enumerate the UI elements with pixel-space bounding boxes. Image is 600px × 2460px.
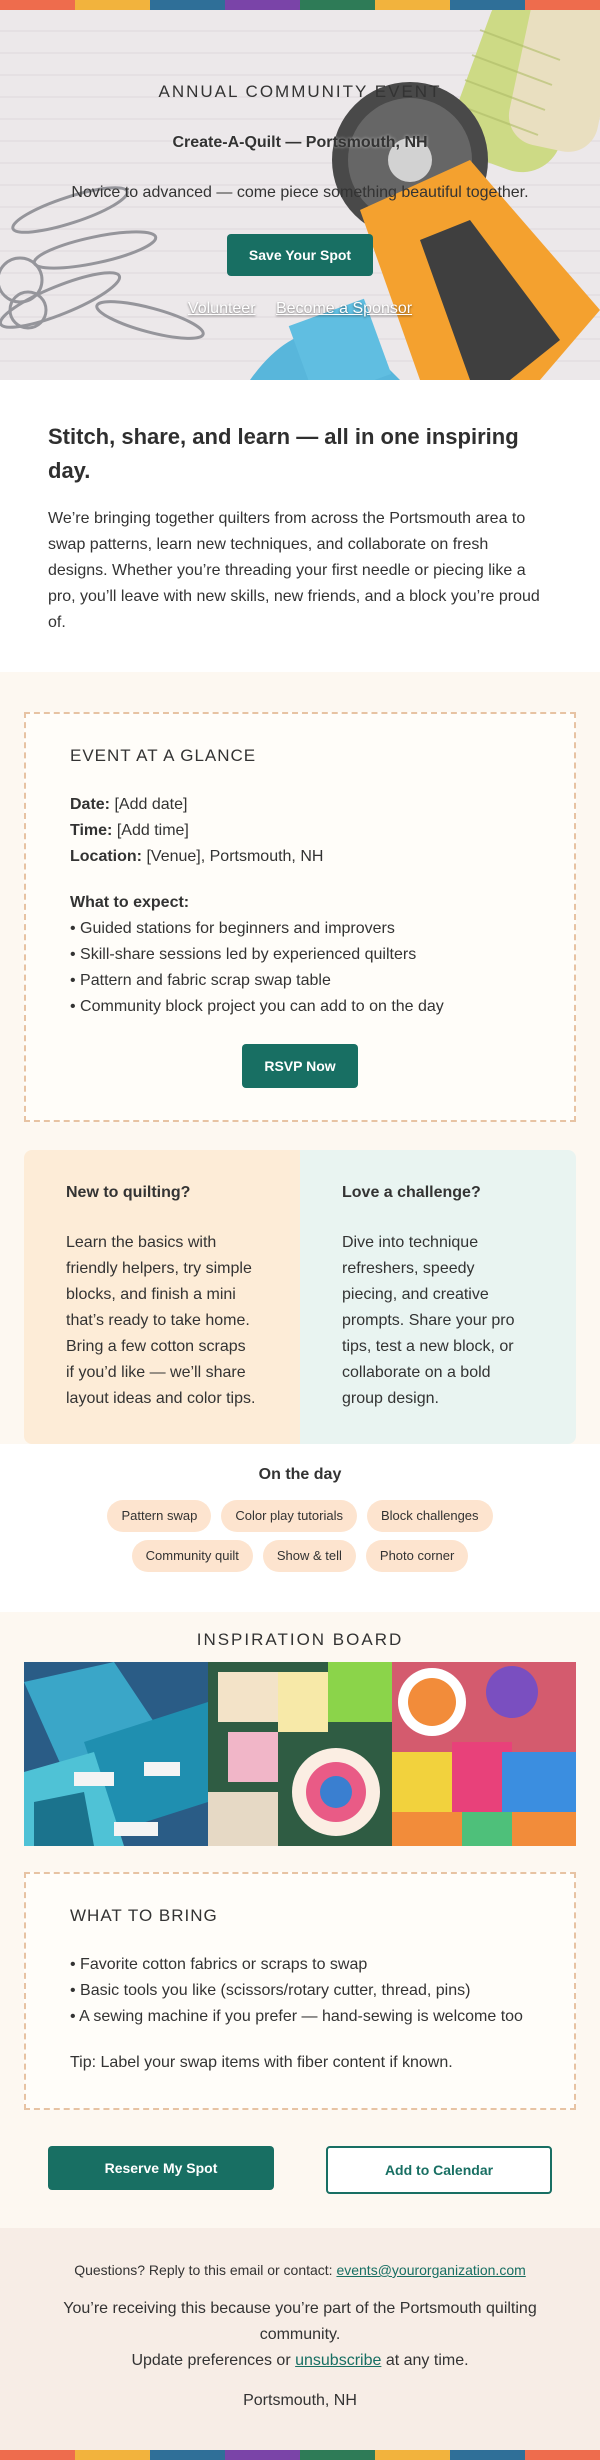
pref-suffix: at any time. bbox=[381, 2352, 469, 2369]
become-sponsor-link[interactable]: Become a Sponsor bbox=[276, 300, 412, 317]
stripe-segment bbox=[75, 2450, 150, 2460]
footer-reason: You’re receiving this because you’re par… bbox=[63, 2300, 537, 2343]
activity-chip: Show & tell bbox=[262, 1540, 356, 1572]
hero-links: Volunteer Become a Sponsor bbox=[0, 300, 600, 318]
stripe-segment bbox=[150, 0, 225, 10]
on-the-day-title: On the day bbox=[258, 1466, 342, 1483]
bring-list: • Favorite cotton fabrics or scraps to s… bbox=[70, 1952, 530, 2030]
date-label: Date: bbox=[70, 796, 111, 813]
glance-box: EVENT AT A GLANCE Date: [Add date] Time:… bbox=[24, 712, 576, 1122]
time-label: Time: bbox=[70, 822, 113, 839]
date-row: Date: [Add date] bbox=[70, 792, 530, 818]
love-a-challenge-title: Love a challenge? bbox=[342, 1184, 481, 1201]
hero-subtitle: Novice to advanced — come piece somethin… bbox=[71, 184, 529, 201]
new-to-quilting-title: New to quilting? bbox=[66, 1184, 191, 1201]
date-value: [Add date] bbox=[114, 796, 188, 813]
bring-title: WHAT TO BRING bbox=[70, 1906, 218, 1925]
new-to-quilting-card: New to quilting? Learn the basics with f… bbox=[24, 1150, 300, 1444]
stripe-segment bbox=[75, 0, 150, 10]
stripe-segment bbox=[150, 2450, 225, 2460]
inspiration-title: INSPIRATION BOARD bbox=[196, 1630, 404, 1649]
bring-item: • A sewing machine if you prefer — hand-… bbox=[70, 2008, 523, 2025]
fabric-bags-photo bbox=[24, 1662, 208, 1846]
expect-heading: What to expect: bbox=[70, 894, 190, 911]
intro-body: We’re bringing together quilters from ac… bbox=[48, 510, 540, 631]
stripe-segment bbox=[0, 2450, 75, 2460]
expect-list: What to expect: • Guided stations for be… bbox=[70, 890, 530, 1020]
what-to-bring-section: WHAT TO BRING • Favorite cotton fabrics … bbox=[0, 1872, 600, 2110]
expect-item: • Community block project you can add to… bbox=[70, 998, 444, 1015]
stripe-segment bbox=[0, 0, 75, 10]
colorful-fabrics-photo bbox=[392, 1662, 576, 1846]
glance-title: EVENT AT A GLANCE bbox=[70, 746, 257, 765]
inspiration-photos bbox=[24, 1662, 576, 1846]
hero-eyebrow: ANNUAL COMMUNITY EVENT bbox=[158, 82, 442, 101]
location-row: Location: [Venue], Portsmouth, NH bbox=[70, 844, 530, 870]
footer-preferences: Update preferences or unsubscribe at any… bbox=[48, 2348, 552, 2374]
pref-prefix: Update preferences or bbox=[131, 2352, 296, 2369]
cta-buttons: Reserve My Spot Add to Calendar bbox=[0, 2146, 600, 2194]
activity-chip: Pattern swap bbox=[107, 1500, 212, 1532]
hero-banner: ANNUAL COMMUNITY EVENT Create-A-Quilt — … bbox=[0, 10, 600, 380]
stripe-segment bbox=[450, 0, 525, 10]
footer: Questions? Reply to this email or contac… bbox=[0, 2228, 600, 2450]
bring-item: • Basic tools you like (scissors/rotary … bbox=[70, 1982, 471, 1999]
bring-box: WHAT TO BRING • Favorite cotton fabrics … bbox=[24, 1872, 576, 2110]
stripe-segment bbox=[375, 0, 450, 10]
expect-item: • Guided stations for beginners and impr… bbox=[70, 920, 395, 937]
stripe-segment bbox=[300, 0, 375, 10]
on-the-day-section: On the day Pattern swap Color play tutor… bbox=[0, 1444, 600, 1612]
glance-details: Date: [Add date] Time: [Add time] Locati… bbox=[70, 792, 530, 870]
bring-item: • Favorite cotton fabrics or scraps to s… bbox=[70, 1956, 368, 1973]
volunteer-link[interactable]: Volunteer bbox=[188, 300, 256, 317]
new-to-quilting-body: Learn the basics with friendly helpers, … bbox=[66, 1234, 256, 1407]
inspiration-board-section: INSPIRATION BOARD bbox=[0, 1630, 600, 1846]
location-value: [Venue], Portsmouth, NH bbox=[146, 848, 324, 865]
love-a-challenge-body: Dive into technique refreshers, speedy p… bbox=[342, 1234, 515, 1407]
location-label: Location: bbox=[70, 848, 142, 865]
unsubscribe-link[interactable]: unsubscribe bbox=[295, 2352, 381, 2369]
reserve-my-spot-button[interactable]: Reserve My Spot bbox=[48, 2146, 274, 2190]
intro-heading: Stitch, share, and learn — all in one in… bbox=[48, 424, 519, 483]
contact-prefix: Questions? Reply to this email or contac… bbox=[74, 2262, 337, 2278]
top-color-stripe bbox=[0, 0, 600, 10]
stripe-segment bbox=[450, 2450, 525, 2460]
time-row: Time: [Add time] bbox=[70, 818, 530, 844]
hero-title: Create-A-Quilt — Portsmouth, NH bbox=[172, 134, 428, 151]
activity-chip: Photo corner bbox=[365, 1540, 469, 1572]
contact-email-link[interactable]: events@yourorganization.com bbox=[336, 2262, 525, 2278]
stripe-segment bbox=[525, 0, 600, 10]
add-to-calendar-button[interactable]: Add to Calendar bbox=[326, 2146, 552, 2194]
activity-chip: Community quilt bbox=[131, 1540, 253, 1572]
stripe-segment bbox=[225, 2450, 300, 2460]
activity-chip: Color play tutorials bbox=[221, 1500, 357, 1532]
audience-columns: New to quilting? Learn the basics with f… bbox=[0, 1150, 600, 1444]
footer-contact: Questions? Reply to this email or contac… bbox=[48, 2262, 552, 2278]
activity-chip: Block challenges bbox=[366, 1500, 493, 1532]
stripe-segment bbox=[375, 2450, 450, 2460]
bottom-color-stripe bbox=[0, 2450, 600, 2460]
expect-item: • Pattern and fabric scrap swap table bbox=[70, 972, 331, 989]
save-your-spot-button[interactable]: Save Your Spot bbox=[226, 234, 374, 276]
expect-item: • Skill-share sessions led by experience… bbox=[70, 946, 417, 963]
stripe-segment bbox=[300, 2450, 375, 2460]
intro-section: Stitch, share, and learn — all in one in… bbox=[0, 380, 600, 672]
bring-tip: Tip: Label your swap items with fiber co… bbox=[70, 2054, 453, 2071]
event-at-a-glance-section: EVENT AT A GLANCE Date: [Add date] Time:… bbox=[0, 712, 600, 1122]
quilt-blocks-photo bbox=[208, 1662, 392, 1846]
stripe-segment bbox=[525, 2450, 600, 2460]
activity-chips: Pattern swap Color play tutorials Block … bbox=[40, 1500, 560, 1572]
stripe-segment bbox=[225, 0, 300, 10]
footer-location: Portsmouth, NH bbox=[243, 2392, 357, 2409]
time-value: [Add time] bbox=[116, 822, 189, 839]
love-a-challenge-card: Love a challenge? Dive into technique re… bbox=[300, 1150, 576, 1444]
rsvp-now-button[interactable]: RSVP Now bbox=[242, 1044, 358, 1088]
